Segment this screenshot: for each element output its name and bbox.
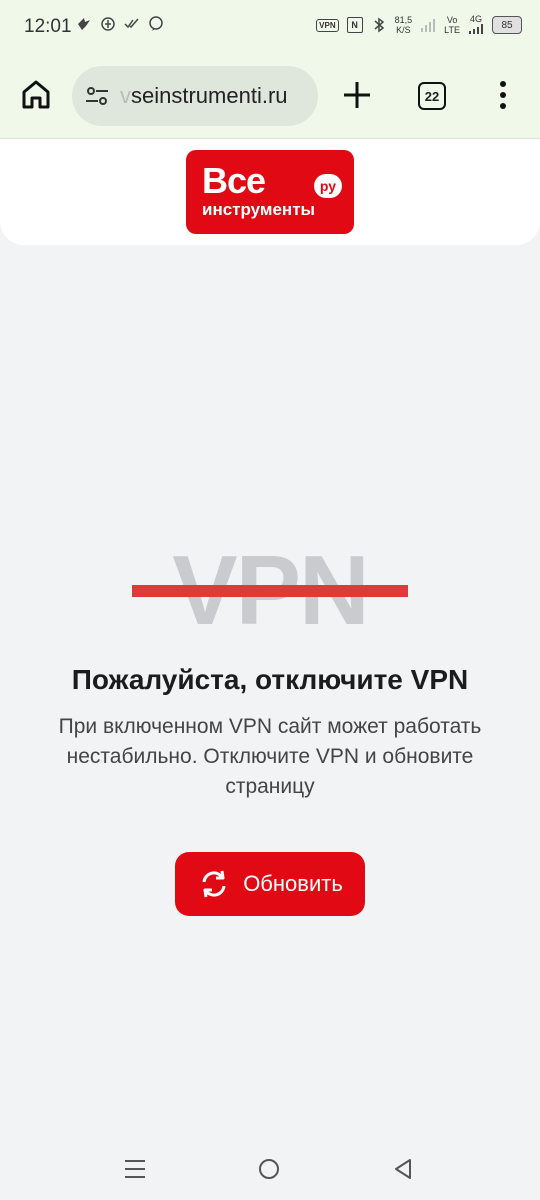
url-text: vseinstrumenti.ru (120, 83, 306, 109)
browser-toolbar: vseinstrumenti.ru 22 (0, 56, 540, 139)
strike-line (132, 585, 408, 597)
signal-weak-icon (421, 19, 436, 32)
volte-indicator: Vo LTE (444, 15, 460, 35)
new-tab-icon[interactable] (340, 78, 374, 112)
recent-apps-icon[interactable] (124, 1158, 146, 1180)
network-type-label: 4G (469, 14, 482, 24)
viber-icon (149, 16, 163, 31)
nav-home-icon[interactable] (258, 1158, 280, 1180)
logo-badge: ру (314, 174, 342, 198)
vpn-status-icon: VPN (316, 18, 339, 32)
page-title: Пожалуйста, отключите VPN (71, 664, 469, 695)
status-time: 12:01 (24, 16, 72, 37)
status-bar: 12:01 VPN N 81,5 K/S Vo LTE 4G 85 (0, 0, 540, 56)
address-bar[interactable]: vseinstrumenti.ru (72, 66, 318, 126)
double-check-icon (124, 18, 139, 29)
network-speed-unit: K/S (396, 25, 411, 35)
url-prefix: v (120, 83, 131, 108)
page-description: При включенном VPN сайт может работать н… (58, 715, 482, 798)
volte-top: Vo (446, 15, 458, 25)
network-speed-value: 81,5 (394, 15, 413, 25)
url-domain: seinstrumenti.ru (131, 83, 288, 108)
bird-icon (78, 18, 90, 30)
battery-indicator: 85 (492, 16, 522, 34)
system-navigation-bar (0, 1140, 540, 1200)
bluetooth-icon (374, 17, 384, 33)
back-icon[interactable] (392, 1158, 414, 1180)
vpn-crossed-graphic: VPN (130, 540, 410, 640)
notification-icons (76, 16, 164, 32)
logo-line2: инструменты (202, 200, 316, 219)
nfc-icon: N (346, 17, 363, 33)
sync-icon (101, 17, 115, 31)
more-menu-icon[interactable] (496, 80, 510, 110)
site-settings-icon[interactable] (84, 84, 110, 108)
refresh-button[interactable]: Обновить (175, 852, 365, 916)
signal-icon (469, 24, 483, 34)
refresh-icon (202, 870, 226, 898)
network-speed: 81,5 K/S (395, 15, 413, 35)
logo-line1: Все (202, 160, 266, 201)
site-logo[interactable]: Все ру инструменты (186, 150, 354, 234)
tab-switcher-button[interactable]: 22 (418, 82, 446, 110)
volte-bottom: LTE (444, 25, 460, 35)
system-status-icons: VPN N 81,5 K/S Vo LTE 4G 85 (316, 14, 522, 36)
site-header: Все ру инструменты (0, 139, 540, 245)
refresh-button-label: Обновить (243, 871, 343, 896)
home-icon[interactable] (18, 76, 54, 112)
network-type: 4G (468, 14, 484, 36)
